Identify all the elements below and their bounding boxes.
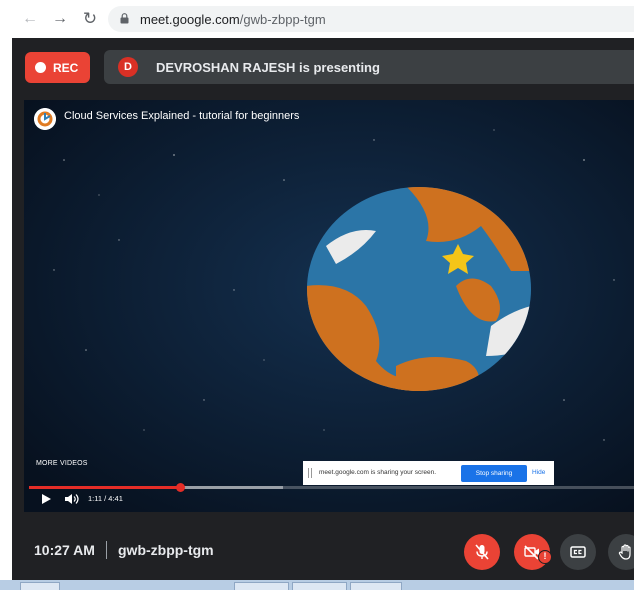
screen-share-banner: meet.google.com is sharing your screen. … (303, 461, 554, 485)
browser-toolbar: ← → ↻ meet.google.com/gwb-zbpp-tgm (0, 0, 634, 38)
captions-icon (570, 546, 586, 558)
recording-button[interactable]: REC (25, 52, 90, 83)
taskbar-item[interactable] (292, 582, 347, 590)
raise-hand-icon (618, 544, 631, 560)
more-videos-label[interactable]: MORE VIDEOS (36, 460, 88, 467)
play-icon[interactable] (40, 493, 52, 505)
hide-link[interactable]: Hide (532, 469, 545, 476)
back-arrow-icon[interactable]: ← (20, 9, 40, 29)
captions-button[interactable] (560, 534, 596, 570)
globe-illustration (307, 187, 531, 391)
os-taskbar (0, 580, 634, 590)
mic-off-icon (475, 544, 489, 560)
current-time: 10:27 AM (34, 542, 95, 558)
reload-icon[interactable]: ↻ (80, 9, 100, 29)
url-host: meet.google.com (140, 12, 240, 27)
taskbar-item[interactable] (234, 582, 289, 590)
stop-sharing-button[interactable]: Stop sharing (461, 465, 527, 482)
share-banner-text: meet.google.com is sharing your screen. (319, 469, 437, 476)
recording-label: REC (53, 61, 79, 75)
divider (106, 541, 107, 559)
volume-icon[interactable] (64, 493, 80, 505)
presenting-banner: D DEVROSHAN RAJESH is presenting (104, 50, 634, 84)
drag-handle-icon[interactable] (308, 468, 312, 478)
raise-hand-button[interactable] (608, 534, 634, 570)
progress-played (29, 486, 181, 489)
presenting-text: DEVROSHAN RAJESH is presenting (156, 60, 380, 75)
mic-toggle-button[interactable] (464, 534, 500, 570)
camera-warning-badge: ! (538, 550, 552, 564)
taskbar-item[interactable] (20, 582, 60, 590)
meet-window: REC D DEVROSHAN RAJESH is presenting Clo… (12, 38, 634, 580)
url-text: meet.google.com/gwb-zbpp-tgm (140, 12, 326, 27)
video-time: 1:11 / 4:41 (88, 494, 123, 503)
address-bar[interactable]: meet.google.com/gwb-zbpp-tgm (108, 6, 634, 32)
channel-logo-icon[interactable] (34, 108, 56, 130)
presenter-avatar: D (118, 57, 138, 77)
lock-icon (120, 13, 129, 24)
meeting-code: gwb-zbpp-tgm (118, 542, 214, 558)
url-path: /gwb-zbpp-tgm (239, 12, 326, 27)
record-dot-icon (35, 62, 46, 73)
video-title[interactable]: Cloud Services Explained - tutorial for … (64, 110, 299, 122)
taskbar-item[interactable] (350, 582, 402, 590)
video-progress-bar[interactable] (29, 483, 634, 492)
forward-arrow-icon[interactable]: → (50, 9, 70, 29)
shared-video[interactable]: Cloud Services Explained - tutorial for … (24, 100, 634, 512)
